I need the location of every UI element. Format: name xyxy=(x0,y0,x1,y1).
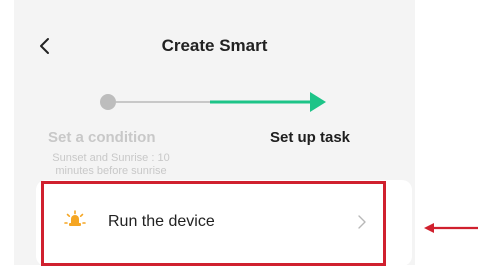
step-1-label[interactable]: Set a condition xyxy=(48,129,156,146)
highlight-box xyxy=(41,181,386,266)
step-2-label: Set up task xyxy=(270,129,351,146)
step-progress xyxy=(100,92,326,112)
step-1-description: Sunset and Sunrise : 10 minutes before s… xyxy=(52,152,170,177)
page-title: Create Smart xyxy=(161,36,268,55)
pointer-arrow-icon xyxy=(424,223,478,233)
step-2-arrow-icon xyxy=(310,92,326,112)
step-1-dot xyxy=(100,94,116,110)
